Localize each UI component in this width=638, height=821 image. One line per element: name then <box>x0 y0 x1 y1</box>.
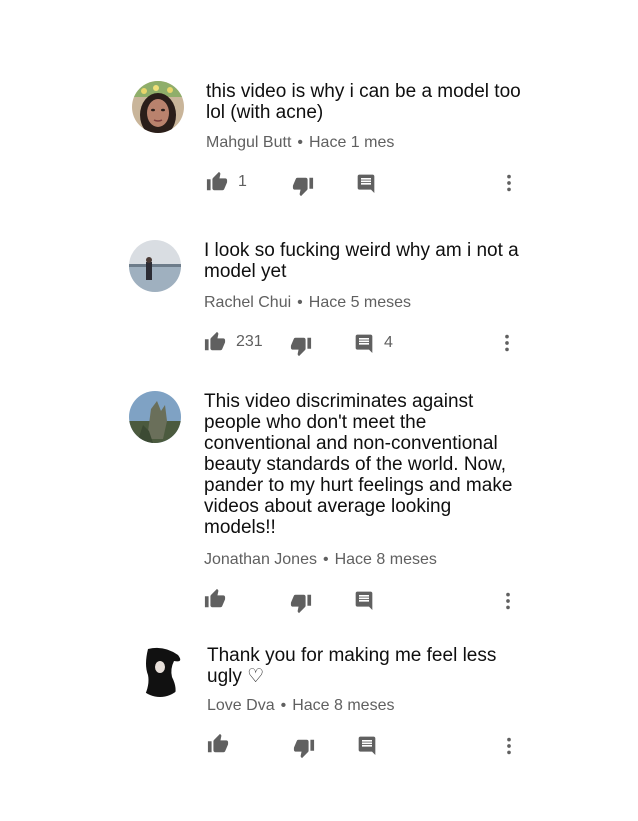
comment-meta: Rachel Chui • Hace 5 meses <box>204 294 411 312</box>
meta-separator: • <box>322 551 329 568</box>
comment-time: Hace 5 meses <box>308 294 412 311</box>
reply-button[interactable]: 4 <box>354 333 393 353</box>
reply-button[interactable] <box>357 735 387 755</box>
thumb-up-icon <box>206 171 228 191</box>
more-options-button[interactable] <box>498 735 520 762</box>
like-button[interactable]: 231 <box>204 331 263 353</box>
comment-actions <box>204 588 514 614</box>
like-button[interactable]: 1 <box>206 171 247 193</box>
like-count: 1 <box>238 173 247 190</box>
thumb-down-icon <box>290 337 312 357</box>
more-vert-icon <box>507 737 511 755</box>
more-vert-icon <box>506 592 510 610</box>
dislike-button[interactable] <box>290 335 312 357</box>
more-options-button[interactable] <box>498 172 520 199</box>
meta-separator: • <box>280 697 287 714</box>
reply-button[interactable] <box>354 590 384 610</box>
comment-text: this video is why i can be a model too l… <box>206 81 521 123</box>
thumb-up-icon <box>204 331 226 351</box>
comment-text: This video discriminates against people … <box>204 391 513 538</box>
comment-author[interactable]: Rachel Chui <box>204 294 291 311</box>
comment-text: Thank you for making me feel less ugly ♡ <box>207 645 497 687</box>
thumb-up-icon <box>207 733 229 753</box>
dislike-button[interactable] <box>292 175 314 197</box>
like-button[interactable] <box>204 588 236 610</box>
avatar[interactable] <box>129 240 181 292</box>
comment-actions: 231 4 <box>204 331 514 357</box>
like-count: 231 <box>236 333 263 350</box>
comment-icon <box>355 334 373 353</box>
comment-meta: Love Dva • Hace 8 meses <box>207 697 394 715</box>
meta-separator: • <box>297 294 303 311</box>
more-options-button[interactable] <box>497 590 519 617</box>
comment-text: I look so fucking weird why am i not a m… <box>204 240 519 282</box>
avatar[interactable] <box>134 645 186 697</box>
thumb-down-icon <box>290 594 312 614</box>
comment-actions: 1 <box>206 171 516 197</box>
reply-button[interactable] <box>356 173 386 193</box>
comment-meta: Jonathan Jones • Hace 8 meses <box>204 551 437 569</box>
comment-author[interactable]: Love Dva <box>207 697 275 714</box>
thumb-down-icon <box>293 739 315 759</box>
comment-time: Hace 1 mes <box>309 134 395 151</box>
more-vert-icon <box>505 334 509 352</box>
like-button[interactable] <box>207 733 239 755</box>
comment-time: Hace 8 meses <box>334 551 437 568</box>
thumb-up-icon <box>204 588 226 608</box>
comment-meta: Mahgul Butt • Hace 1 mes <box>206 134 394 152</box>
comment-icon <box>355 591 373 610</box>
comment-time: Hace 8 meses <box>292 697 395 714</box>
more-options-button[interactable] <box>496 332 518 359</box>
comment-author[interactable]: Jonathan Jones <box>204 551 317 568</box>
comment-author[interactable]: Mahgul Butt <box>206 134 291 151</box>
meta-separator: • <box>297 134 303 151</box>
more-vert-icon <box>507 174 511 192</box>
avatar[interactable] <box>129 391 181 443</box>
comment-icon <box>358 736 376 755</box>
dislike-button[interactable] <box>293 737 315 759</box>
avatar[interactable] <box>132 81 184 133</box>
reply-count: 4 <box>384 334 393 351</box>
comment-icon <box>357 174 375 193</box>
dislike-button[interactable] <box>290 592 312 614</box>
comment-actions <box>207 733 517 759</box>
thumb-down-icon <box>292 177 314 197</box>
